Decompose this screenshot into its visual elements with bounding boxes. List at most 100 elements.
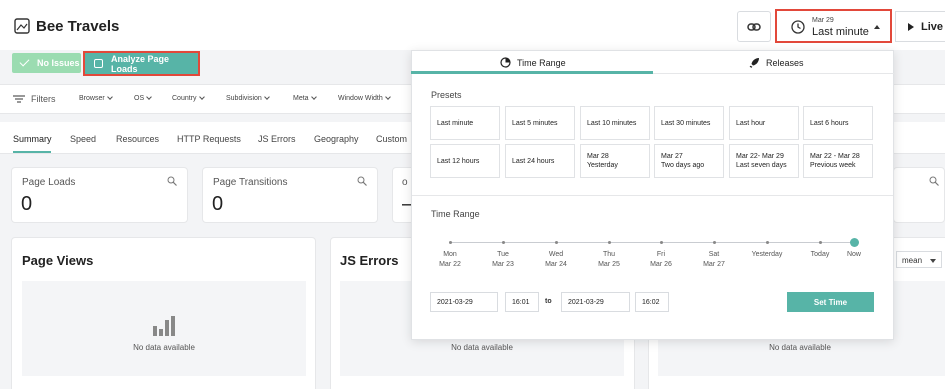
live-button[interactable]: Live: [895, 11, 945, 42]
tab-speed[interactable]: Speed: [70, 134, 96, 144]
zoom-icon[interactable]: [167, 176, 177, 186]
filters-button[interactable]: Filters: [31, 94, 56, 104]
timeline-day: Wed: [548, 251, 564, 258]
timeline-tick[interactable]: [660, 241, 663, 244]
active-tab-indicator: [411, 71, 653, 74]
preset-label: Last 5 minutes: [512, 119, 558, 127]
preset-yesterday[interactable]: Mar 28 Yesterday: [580, 144, 650, 178]
timeline-date: Mar 22: [439, 261, 461, 268]
end-date-field[interactable]: 2021-03-29: [561, 292, 630, 312]
preset-label: Last 24 hours: [512, 157, 555, 165]
tab-time-range[interactable]: Time Range: [500, 57, 566, 68]
timeline-tick[interactable]: [766, 241, 769, 244]
time-range-date: Mar 29: [812, 17, 834, 24]
timeline-label: Yesterday: [742, 250, 792, 260]
no-issues-button[interactable]: No Issues: [12, 53, 81, 73]
preset-last-30-minutes[interactable]: Last 30 minutes: [654, 106, 724, 140]
timeline-tick[interactable]: [449, 241, 452, 244]
time-range-label: Time Range: [431, 209, 480, 219]
timeline-label: Mon Mar 22: [425, 250, 475, 270]
timeline-handle[interactable]: [850, 238, 859, 247]
metric-label: Page Transitions: [213, 177, 288, 188]
preset-label: Last 12 hours: [437, 157, 480, 165]
filter-os[interactable]: OS: [134, 94, 152, 102]
tab-js-errors[interactable]: JS Errors: [258, 134, 296, 144]
timeline-label: Thu Mar 25: [584, 250, 634, 270]
zoom-icon[interactable]: [357, 176, 367, 186]
timeline-day: Tue: [497, 251, 509, 258]
rocket-icon: [749, 58, 759, 68]
filter-subdivision[interactable]: Subdivision: [226, 94, 270, 102]
preset-label: Last 6 hours: [810, 119, 849, 127]
aggregation-select[interactable]: mean: [896, 251, 942, 268]
metric-label: o: [402, 177, 408, 188]
preset-last-seven-days[interactable]: Mar 22- Mar 29 Last seven days: [729, 144, 799, 178]
timeline-tick[interactable]: [608, 241, 611, 244]
preset-label: Last 10 minutes: [587, 119, 637, 127]
preset-sublabel: Yesterday: [587, 162, 618, 169]
preset-last-6-hours[interactable]: Last 6 hours: [803, 106, 873, 140]
preset-last-10-minutes[interactable]: Last 10 minutes: [580, 106, 650, 140]
set-time-button[interactable]: Set Time: [787, 292, 874, 312]
timeline-tick[interactable]: [819, 241, 822, 244]
timeline-date: Mar 25: [598, 261, 620, 268]
timeline-track[interactable]: [450, 242, 854, 243]
preset-last-12-hours[interactable]: Last 12 hours: [430, 144, 500, 178]
preset-sublabel: Two days ago: [661, 162, 705, 169]
filter-country[interactable]: Country: [172, 94, 205, 102]
analyze-page-loads-button[interactable]: Analyze Page Loads: [83, 51, 200, 76]
js-errors-no-data: No data available: [451, 343, 513, 352]
chevron-down-icon: [263, 94, 270, 100]
tab-resources[interactable]: Resources: [116, 134, 159, 144]
filter-label: Country: [172, 95, 197, 102]
caret-up-icon: [874, 25, 880, 29]
tab-custom[interactable]: Custom: [376, 134, 407, 144]
preset-previous-week[interactable]: Mar 22 - Mar 28 Previous week: [803, 144, 873, 178]
start-time-field[interactable]: 16:01: [505, 292, 539, 312]
time-range-value: Last minute: [812, 26, 869, 38]
bar-chart-icon: [153, 316, 175, 336]
preset-sublabel: Previous week: [810, 162, 856, 169]
tab-releases[interactable]: Releases: [749, 57, 804, 68]
timeline-tick[interactable]: [502, 241, 505, 244]
preset-last-5-minutes[interactable]: Last 5 minutes: [505, 106, 575, 140]
chevron-down-icon: [146, 94, 152, 100]
timeline-tick[interactable]: [555, 241, 558, 244]
copy-link-button[interactable]: [737, 11, 771, 42]
timeline-tick[interactable]: [713, 241, 716, 244]
preset-label: Mar 22- Mar 29: [736, 153, 784, 160]
preset-last-minute[interactable]: Last minute: [430, 106, 500, 140]
start-date-field[interactable]: 2021-03-29: [430, 292, 498, 312]
clock-icon: [791, 20, 805, 34]
check-icon: [19, 56, 30, 67]
zoom-icon[interactable]: [929, 176, 939, 186]
app-title: Bee Travels: [36, 18, 120, 35]
timeline-date: Mar 27: [703, 261, 725, 268]
page-views-title: Page Views: [22, 253, 94, 268]
preset-label: Mar 28: [587, 153, 609, 160]
play-icon: [908, 23, 914, 32]
analyze-label: Analyze Page Loads: [111, 53, 170, 74]
time-range-button[interactable]: Mar 29 Last minute: [775, 9, 892, 43]
aggregation-value: mean: [902, 256, 923, 265]
timeline-day: Thu: [602, 251, 616, 258]
timeline-day: Sat: [708, 251, 720, 258]
tab-geography[interactable]: Geography: [314, 134, 359, 144]
tab-summary[interactable]: Summary: [13, 134, 52, 144]
timeline-label: Now: [829, 250, 879, 260]
timeline-label: Tue Mar 23: [478, 250, 528, 270]
filter-browser[interactable]: Browser: [79, 94, 113, 102]
end-time-field[interactable]: 16:02: [635, 292, 669, 312]
preset-two-days-ago[interactable]: Mar 27 Two days ago: [654, 144, 724, 178]
tab-http-requests[interactable]: HTTP Requests: [177, 134, 241, 144]
metric-card-page-loads: [11, 167, 188, 223]
image-icon: [14, 18, 30, 34]
filter-meta[interactable]: Meta: [293, 94, 317, 102]
preset-last-hour[interactable]: Last hour: [729, 106, 799, 140]
timeline-day: Now: [846, 251, 861, 258]
filter-label: Subdivision: [226, 95, 262, 102]
metric-card-page-transitions: [202, 167, 378, 223]
preset-last-24-hours[interactable]: Last 24 hours: [505, 144, 575, 178]
filter-window-width[interactable]: Window Width: [338, 94, 391, 102]
timeline-date: Mar 23: [492, 261, 514, 268]
